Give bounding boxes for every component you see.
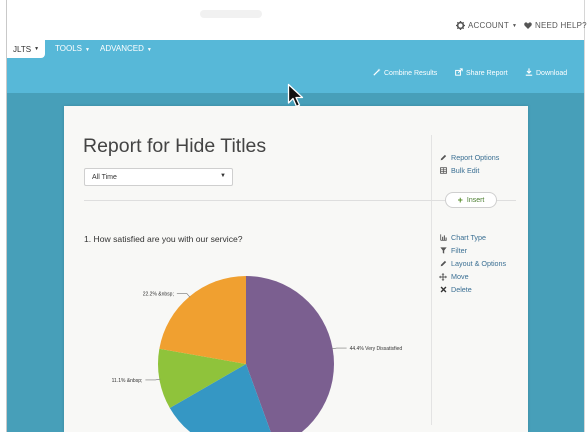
pencil-icon	[439, 260, 447, 267]
plus-icon: +	[457, 195, 463, 205]
combine-results-button[interactable]: Combine Results	[373, 68, 437, 78]
pie-slice	[159, 276, 246, 364]
bulk-edit-label: Bulk Edit	[451, 166, 480, 175]
help-link[interactable]: NEED HELP?	[524, 21, 587, 30]
tab-advanced-label: ADVANCED	[100, 44, 144, 53]
pie-slice-label: 11.1% &nbsp;	[112, 378, 143, 384]
tab-results[interactable]: JLTS ▼	[7, 40, 45, 58]
chevron-down-icon: ▼	[34, 46, 40, 52]
pie-label-leader	[145, 378, 161, 381]
date-range-value: All Time	[92, 174, 117, 181]
insert-button[interactable]: + Insert	[445, 192, 497, 208]
filter-label: Filter	[451, 246, 467, 255]
move-label: Move	[451, 272, 469, 281]
share-report-label: Share Report	[466, 69, 508, 77]
download-button[interactable]: Download	[525, 68, 567, 78]
tab-advanced[interactable]: ADVANCED ▼	[100, 44, 152, 53]
delete-link[interactable]: Delete	[439, 285, 472, 294]
top-account-bar	[7, 0, 584, 40]
delete-label: Delete	[451, 285, 472, 294]
layout-options-link[interactable]: Layout & Options	[439, 259, 506, 268]
window-right-border	[584, 0, 585, 432]
table-icon	[439, 167, 447, 174]
chevron-down-icon: ▼	[146, 47, 152, 53]
share-report-button[interactable]: Share Report	[455, 68, 508, 78]
tab-tools-label: TOOLS	[55, 44, 82, 53]
download-icon	[525, 68, 533, 78]
pie-label-leader	[176, 293, 191, 298]
report-options-label: Report Options	[451, 153, 500, 162]
pencil-icon	[439, 154, 447, 161]
chevron-down-icon: ▼	[511, 22, 518, 29]
browser-tab-indicator	[200, 10, 262, 18]
pie-slice-label: 22.2% &nbsp;	[143, 291, 174, 297]
delete-icon	[439, 286, 447, 293]
date-range-select[interactable]: All Time ▼	[84, 168, 233, 186]
combine-results-label: Combine Results	[384, 69, 438, 77]
bulk-edit-link[interactable]: Bulk Edit	[439, 166, 479, 175]
account-label: ACCOUNT	[468, 21, 509, 30]
filter-link[interactable]: Filter	[439, 246, 467, 255]
insert-label: Insert	[466, 196, 485, 204]
chevron-down-icon: ▼	[220, 173, 226, 179]
chart-type-label: Chart Type	[451, 233, 487, 242]
share-icon	[455, 68, 463, 78]
help-label: NEED HELP?	[535, 21, 587, 30]
move-icon	[439, 272, 447, 281]
satisfaction-pie-chart: 44.4% Very Dissatisfied 11.1% &nbsp; 22.2%…	[112, 276, 403, 432]
tab-tools[interactable]: TOOLS ▼	[55, 44, 90, 53]
chart-icon	[439, 234, 447, 241]
pie-slice-label: 44.4% Very Dissatisfied	[350, 346, 403, 352]
question-title: 1. How satisfied are you with our servic…	[84, 234, 243, 244]
sidebar-divider	[431, 135, 432, 425]
chevron-down-icon: ▼	[84, 47, 90, 53]
layout-options-label: Layout & Options	[451, 259, 507, 268]
download-label: Download	[536, 69, 568, 77]
gear-icon	[456, 21, 465, 30]
pie-label-leader	[331, 347, 347, 350]
report-options-link[interactable]: Report Options	[439, 153, 499, 162]
chart-type-link[interactable]: Chart Type	[439, 233, 486, 242]
filter-icon	[439, 247, 447, 254]
wand-icon	[373, 68, 381, 78]
account-menu[interactable]: ACCOUNT ▼	[456, 21, 517, 30]
move-link[interactable]: Move	[439, 272, 469, 281]
page-title: Report for Hide Titles	[83, 135, 267, 157]
tab-results-label: JLTS	[12, 44, 32, 54]
mouse-cursor-icon	[287, 83, 304, 108]
heart-icon	[524, 22, 532, 29]
